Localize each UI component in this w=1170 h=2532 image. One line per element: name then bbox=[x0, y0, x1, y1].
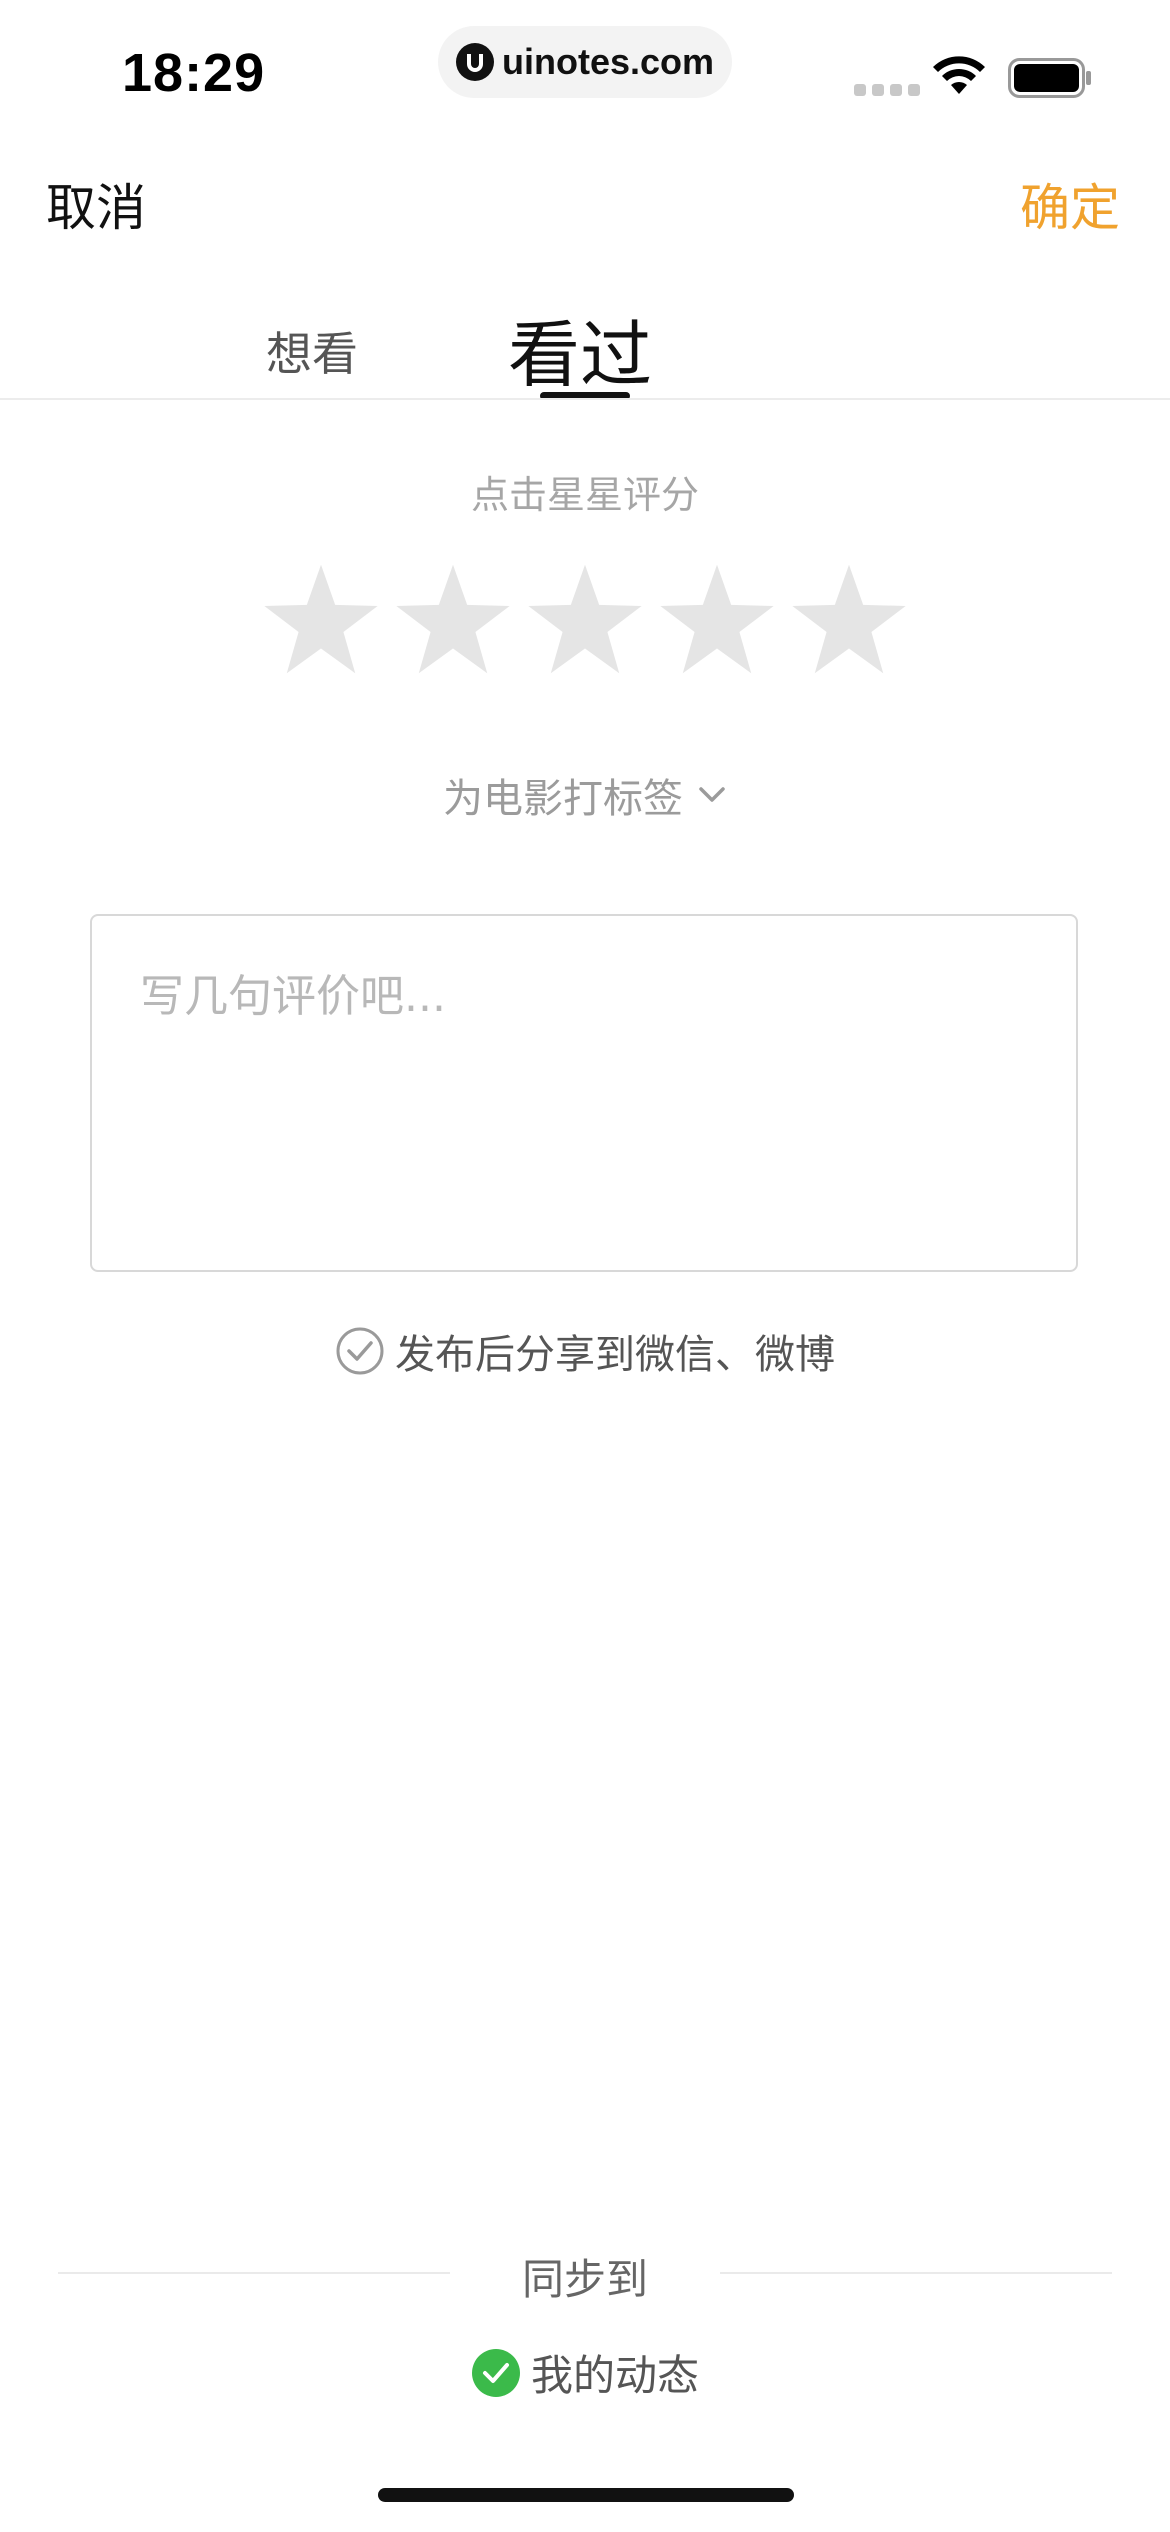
tab-want-to-watch[interactable]: 想看 bbox=[266, 318, 358, 384]
star-icon[interactable] bbox=[262, 560, 380, 678]
review-input[interactable] bbox=[92, 916, 1076, 1270]
share-toggle[interactable]: 发布后分享到微信、微博 bbox=[0, 1322, 1170, 1380]
check-circle-outline-icon bbox=[336, 1327, 384, 1375]
sync-title: 同步到 bbox=[521, 2255, 648, 2304]
share-label: 发布后分享到微信、微博 bbox=[395, 1332, 835, 1378]
battery-icon bbox=[1008, 58, 1091, 98]
url-pill[interactable]: uinotes.com bbox=[438, 26, 732, 98]
sync-my-feed-option[interactable]: 我的动态 bbox=[0, 2342, 1170, 2403]
star-icon[interactable] bbox=[526, 560, 644, 678]
wifi-icon bbox=[933, 56, 985, 94]
star-rating[interactable] bbox=[262, 560, 908, 678]
home-indicator bbox=[378, 2488, 794, 2502]
star-icon[interactable] bbox=[394, 560, 512, 678]
site-logo-icon bbox=[455, 43, 494, 81]
review-box bbox=[90, 914, 1078, 1272]
chevron-down-icon bbox=[699, 787, 725, 802]
star-icon[interactable] bbox=[658, 560, 776, 678]
movie-tag-label: 为电影打标签 bbox=[443, 776, 683, 822]
tab-watched[interactable]: 看过 bbox=[508, 296, 652, 401]
cancel-button[interactable]: 取消 bbox=[46, 168, 146, 240]
url-text: uinotes.com bbox=[501, 41, 715, 82]
movie-tag-dropdown[interactable]: 为电影打标签 bbox=[0, 766, 1170, 824]
sync-option-label: 我的动态 bbox=[530, 2351, 699, 2400]
rating-hint: 点击星星评分 bbox=[470, 473, 699, 517]
confirm-button[interactable]: 确定 bbox=[1020, 168, 1120, 240]
star-icon[interactable] bbox=[790, 560, 908, 678]
check-circle-filled-icon bbox=[471, 2348, 520, 2397]
tabs-divider bbox=[0, 398, 1170, 400]
cellular-signal-icon bbox=[854, 84, 920, 96]
status-time: 18:29 bbox=[122, 43, 266, 103]
